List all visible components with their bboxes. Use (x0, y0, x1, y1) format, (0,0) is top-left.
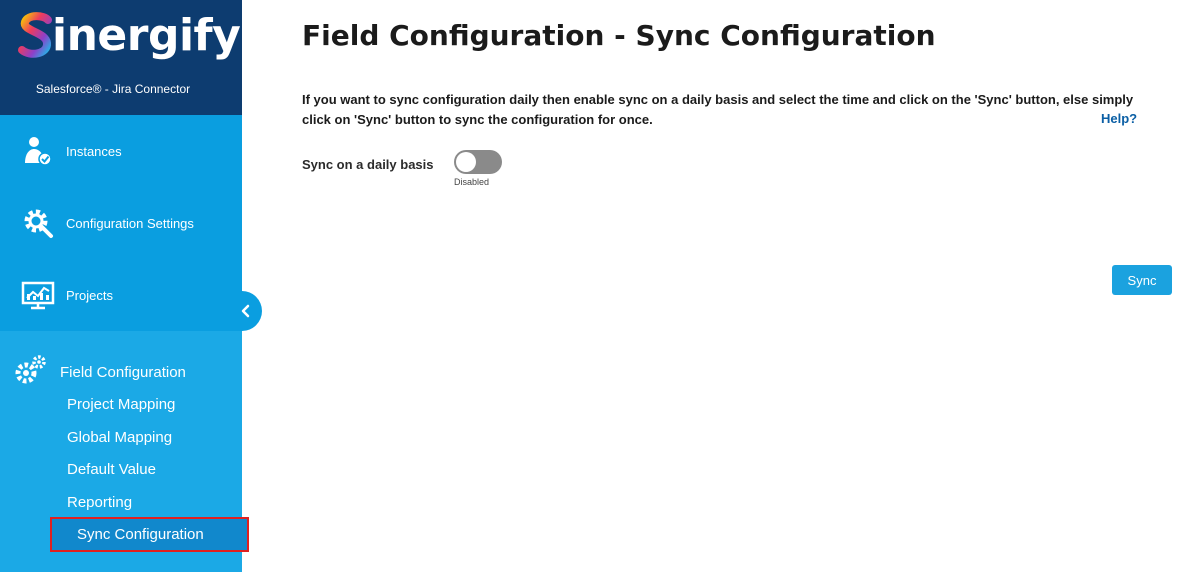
sub-item-label: Sync Configuration (77, 526, 204, 543)
brand-subtitle: Salesforce® - Jira Connector (35, 82, 191, 96)
sidebar-item-configuration-settings[interactable]: Configuration Settings (0, 187, 242, 259)
page-title: Field Configuration - Sync Configuration (302, 19, 936, 52)
sidebar-collapse-button[interactable] (232, 291, 262, 331)
trademark-mark: ™ (242, 14, 259, 31)
sub-item-global-mapping[interactable]: Global Mapping (67, 429, 172, 446)
sub-item-project-mapping[interactable]: Project Mapping (67, 396, 175, 413)
sub-item-sync-configuration[interactable]: Sync Configuration (50, 517, 249, 552)
user-check-icon (20, 133, 56, 169)
brand-header: inergify ™ Salesforce® - Jira Connector (0, 0, 258, 115)
help-link[interactable]: Help? (1101, 111, 1137, 126)
sync-button[interactable]: Sync (1112, 265, 1172, 295)
sidebar-item-label: Field Configuration (60, 364, 186, 381)
toggle-knob (456, 152, 476, 172)
sidebar: inergify ™ Salesforce® - Jira Connector I… (0, 0, 258, 572)
sidebar-item-label: Projects (66, 287, 113, 303)
sub-item-reporting[interactable]: Reporting (67, 494, 132, 511)
sidebar-item-label: Instances (66, 143, 122, 159)
sinergify-logo[interactable]: inergify ™ (16, 8, 258, 68)
daily-sync-toggle[interactable] (454, 150, 502, 174)
sidebar-item-field-configuration[interactable]: Field Configuration (14, 353, 186, 392)
chevron-left-icon (241, 304, 250, 318)
page-description: If you want to sync configuration daily … (302, 92, 1134, 127)
toggle-status-text: Disabled (454, 177, 490, 187)
gears-icon (14, 353, 48, 392)
field-configuration-section: Field Configuration Project Mapping Glob… (0, 331, 249, 572)
gear-wrench-icon (20, 205, 56, 241)
sidebar-item-label: Configuration Settings (66, 215, 194, 231)
logo-wordmark: inergify (52, 10, 241, 61)
chart-monitor-icon (20, 277, 56, 313)
sub-item-default-value[interactable]: Default Value (67, 461, 156, 478)
sidebar-item-instances[interactable]: Instances (0, 115, 242, 187)
sidebar-item-projects[interactable]: Projects (0, 259, 242, 331)
logo-s-icon (18, 12, 52, 58)
daily-sync-label: Sync on a daily basis (302, 157, 434, 172)
